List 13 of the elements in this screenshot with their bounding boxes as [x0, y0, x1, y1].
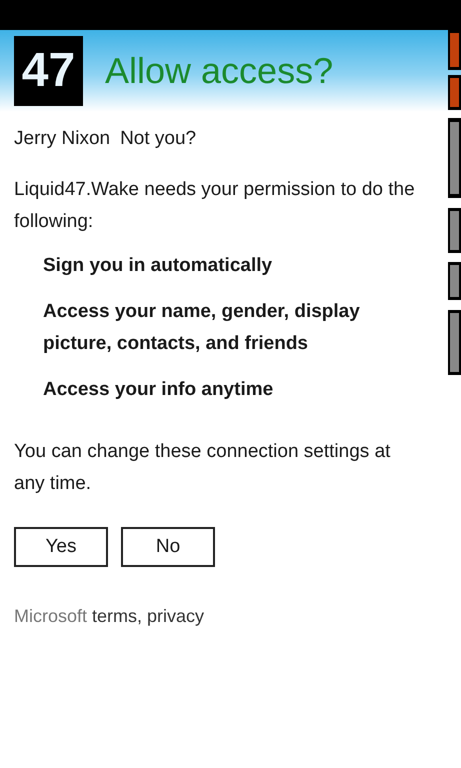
permission-item: Access your info anytime [43, 378, 274, 402]
brand-name: Microsoft [14, 605, 88, 628]
permission-item: Sign you in automatically [43, 254, 274, 278]
dialog-title: Allow access? [105, 53, 334, 89]
not-you-link[interactable]: Not you? [120, 126, 196, 152]
terms-privacy-link[interactable]: terms, privacy [92, 603, 204, 630]
yes-button[interactable]: Yes [14, 527, 108, 567]
account-name: Jerry Nixon [14, 127, 110, 151]
intro-text: Liquid47.Wake needs your permission to do the following: [14, 178, 416, 234]
note-text: You can change these connection settings at any time. [14, 440, 392, 496]
no-button[interactable]: No [121, 527, 215, 567]
permission-item: Access your name, gender, display picture, contacts, and friends [43, 300, 361, 356]
logo-text: 47 [22, 47, 76, 95]
